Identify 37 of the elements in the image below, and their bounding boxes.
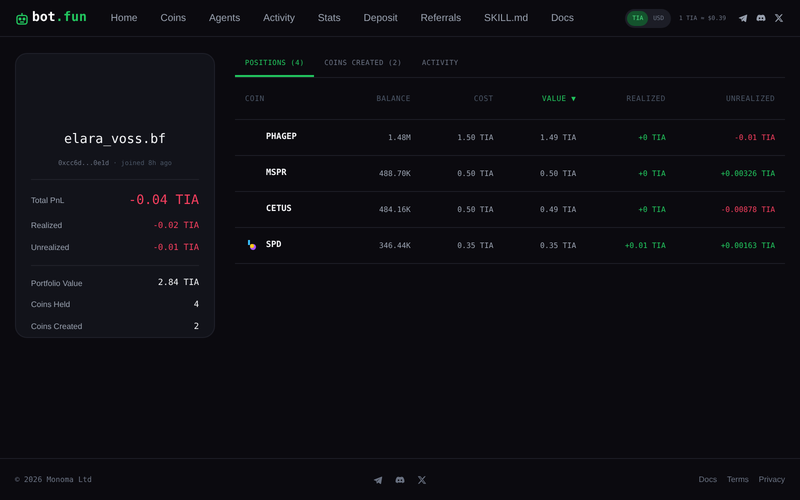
- footer-link[interactable]: Privacy: [758, 474, 785, 486]
- footer-link[interactable]: Docs: [698, 474, 717, 486]
- stat-label: Total PnL: [31, 195, 64, 207]
- brand-name[interactable]: bot.fun: [32, 8, 87, 28]
- nav-link[interactable]: Referrals: [420, 10, 462, 26]
- x-logo-icon[interactable]: [417, 474, 427, 484]
- stat-value: 2: [194, 320, 199, 334]
- discord-icon[interactable]: [395, 474, 405, 484]
- paper-plane-icon[interactable]: [373, 474, 383, 484]
- nav-link[interactable]: Agents: [209, 10, 240, 26]
- stat-label: Portfolio Value: [31, 278, 82, 290]
- stat-label: Realized: [31, 220, 62, 232]
- profile-name: elara_voss.bf: [63, 131, 167, 149]
- total-pnl-value: -0.04 TIA: [128, 192, 199, 210]
- nav-link[interactable]: Home: [110, 10, 138, 26]
- stat-label: Coins Created: [31, 321, 82, 334]
- coin-symbol[interactable]: MSPR: [266, 166, 286, 180]
- stat-value: -0.02 TIA: [152, 220, 199, 232]
- coin-symbol[interactable]: CETUS: [266, 202, 292, 216]
- nav-link[interactable]: Activity: [263, 10, 295, 26]
- stat-label: Unrealized: [31, 242, 70, 254]
- nav-link[interactable]: Stats: [318, 10, 341, 26]
- nav-link[interactable]: Coins: [160, 10, 186, 26]
- stat-value: -0.01 TIA: [152, 242, 199, 254]
- nav-link[interactable]: Deposit: [364, 10, 398, 26]
- coin-symbol[interactable]: SPD: [266, 238, 282, 252]
- footer-link[interactable]: Terms: [726, 474, 749, 486]
- nav-link[interactable]: Docs: [551, 10, 574, 26]
- stat-label: Coins Held: [31, 299, 70, 312]
- robot-logo-icon[interactable]: [16, 12, 28, 24]
- paper-plane-icon[interactable]: [738, 13, 748, 23]
- x-logo-icon[interactable]: [774, 13, 784, 23]
- stat-value: 2.84 TIA: [158, 277, 199, 290]
- nav-link[interactable]: SKILL.md: [484, 10, 528, 26]
- coin-symbol[interactable]: PHAGEP: [266, 130, 297, 144]
- discord-icon[interactable]: [756, 13, 766, 23]
- stat-value: 4: [194, 299, 199, 312]
